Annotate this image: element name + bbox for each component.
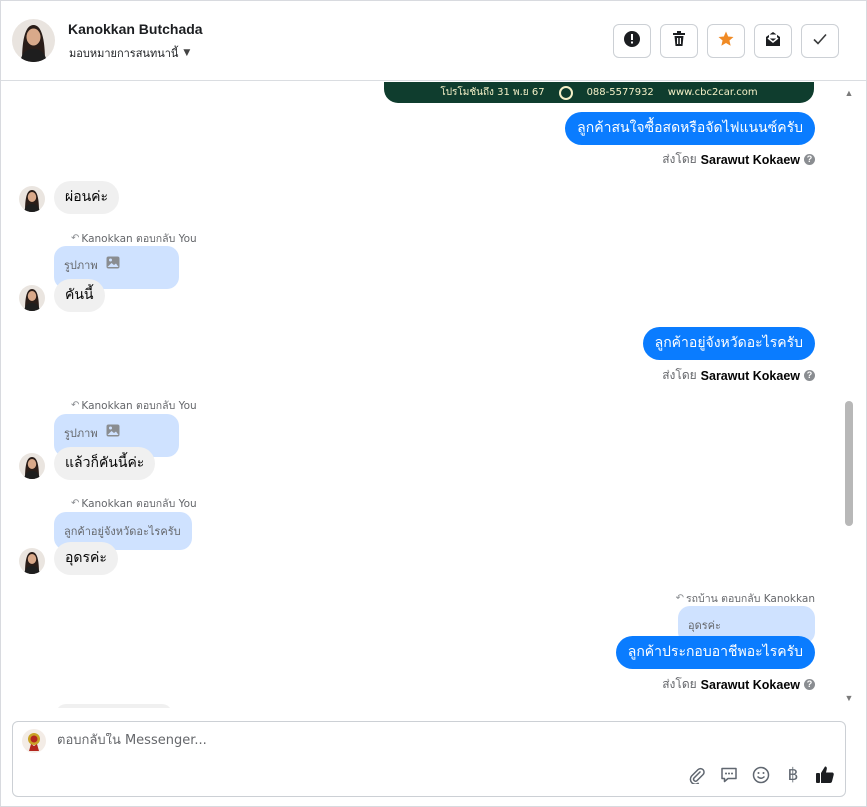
conversation-toolbar <box>613 24 839 58</box>
message-composer: ฿ <box>12 721 846 797</box>
dealer-logo-icon <box>558 85 573 100</box>
baht-icon[interactable]: ฿ <box>783 765 803 785</box>
exclamation-icon <box>623 30 641 53</box>
sender-name[interactable]: Sarawut Kokaew <box>701 153 800 167</box>
assign-label: มอบหมายการสนทนานี้ <box>69 47 179 60</box>
contact-avatar-small[interactable] <box>19 548 45 574</box>
scrollbar-thumb[interactable] <box>845 401 853 526</box>
quoted-text: ลูกค้าอยู่จังหวัดอะไรครับ <box>64 525 181 538</box>
sent-by-prefix: ส่งโดย <box>662 152 697 166</box>
contact-avatar-small[interactable] <box>19 453 45 479</box>
reply-label-text: รถบ้าน ตอบกลับ Kanokkan <box>686 593 815 605</box>
reply-input[interactable] <box>57 733 757 748</box>
reply-arrow-icon: ↶ <box>71 233 80 244</box>
check-icon <box>812 31 828 52</box>
reply-arrow-icon: ↶ <box>675 593 685 604</box>
incoming-message[interactable]: คันนี้ <box>54 279 105 312</box>
sent-by-line: ส่งโดย Sarawut Kokaew ? <box>662 150 815 169</box>
thumbs-up-icon[interactable] <box>815 765 835 785</box>
reply-label-text: Kanokkan ตอบกลับ You <box>81 498 197 510</box>
contact-avatar-small[interactable] <box>19 285 45 311</box>
incoming-message[interactable]: แล้วก็คันนี้ค่ะ <box>54 447 156 480</box>
partial-message-bubble <box>56 704 172 708</box>
banner-promo-text: โปรโมชันถึง 31 พ.ย 67 <box>440 87 545 98</box>
reply-label-text: Kanokkan ตอบกลับ You <box>81 400 197 412</box>
promo-image-message[interactable]: โปรโมชันถึง 31 พ.ย 67 088-5577932 www.cb… <box>384 82 814 103</box>
sent-by-line: ส่งโดย Sarawut Kokaew ? <box>662 675 815 694</box>
contact-avatar[interactable] <box>12 19 55 62</box>
reply-arrow-icon: ↶ <box>71 400 80 411</box>
contact-avatar-small[interactable] <box>19 186 45 212</box>
trash-icon <box>671 30 687 52</box>
composer-actions: ฿ <box>687 765 835 785</box>
star-icon <box>717 30 735 53</box>
caret-down-icon: ▼ <box>183 48 191 58</box>
reply-label: ↶ Kanokkan ตอบกลับ You <box>71 230 197 247</box>
outgoing-message[interactable]: ลูกค้าประกอบอาชีพอะไรครับ <box>615 636 815 669</box>
scroll-up-arrow-icon[interactable]: ▲ <box>844 88 854 98</box>
envelope-icon <box>764 30 782 53</box>
sent-by-prefix: ส่งโดย <box>662 368 697 382</box>
outgoing-message[interactable]: ลูกค้าสนใจซื้อสดหรือจัดไฟแนนซ์ครับ <box>565 112 815 145</box>
conversation-header: Kanokkan Butchada มอบหมายการสนทนานี้ ▼ <box>1 1 866 81</box>
sent-by-prefix: ส่งโดย <box>662 677 697 691</box>
emoji-icon[interactable] <box>751 765 771 785</box>
sent-by-line: ส่งโดย Sarawut Kokaew ? <box>662 366 815 385</box>
banner-website: www.cbc2car.com <box>667 87 758 98</box>
quoted-text: อุดรค่ะ <box>688 619 721 632</box>
sender-name[interactable]: Sarawut Kokaew <box>701 678 800 692</box>
reply-label: ↶ รถบ้าน ตอบกลับ Kanokkan <box>676 590 815 607</box>
help-icon[interactable]: ? <box>804 370 815 381</box>
mark-unread-button[interactable] <box>754 24 792 58</box>
mark-done-button[interactable] <box>801 24 839 58</box>
incoming-message[interactable]: อุดรค่ะ <box>54 542 118 575</box>
paperclip-icon[interactable] <box>687 765 707 785</box>
reply-label-text: Kanokkan ตอบกลับ You <box>81 233 197 245</box>
incoming-message[interactable]: ผ่อนค่ะ <box>54 181 120 214</box>
message-thread[interactable]: โปรโมชันถึง 31 พ.ย 67 088-5577932 www.cb… <box>1 82 841 708</box>
quoted-text: รูปภาพ <box>64 427 98 440</box>
reply-arrow-icon: ↶ <box>71 498 80 509</box>
inbox-conversation-panel: Kanokkan Butchada มอบหมายการสนทนานี้ ▼ โ… <box>0 0 867 807</box>
reply-label: ↶ Kanokkan ตอบกลับ You <box>71 495 197 512</box>
delete-button[interactable] <box>660 24 698 58</box>
help-icon[interactable]: ? <box>804 679 815 690</box>
help-icon[interactable]: ? <box>804 154 815 165</box>
outgoing-message[interactable]: ลูกค้าอยู่จังหวัดอะไรครับ <box>642 327 815 360</box>
banner-phone: 088-5577932 <box>586 87 654 98</box>
scroll-down-arrow-icon[interactable]: ▼ <box>844 693 854 703</box>
contact-name[interactable]: Kanokkan Butchada <box>68 21 203 37</box>
image-icon <box>106 256 120 272</box>
mark-spam-button[interactable] <box>613 24 651 58</box>
star-button[interactable] <box>707 24 745 58</box>
quoted-text: รูปภาพ <box>64 259 98 272</box>
sender-name[interactable]: Sarawut Kokaew <box>701 369 800 383</box>
image-icon <box>106 424 120 440</box>
assign-conversation-dropdown[interactable]: มอบหมายการสนทนานี้ ▼ <box>69 44 190 62</box>
saved-reply-icon[interactable] <box>719 765 739 785</box>
page-avatar <box>22 729 46 753</box>
reply-label: ↶ Kanokkan ตอบกลับ You <box>71 397 197 414</box>
